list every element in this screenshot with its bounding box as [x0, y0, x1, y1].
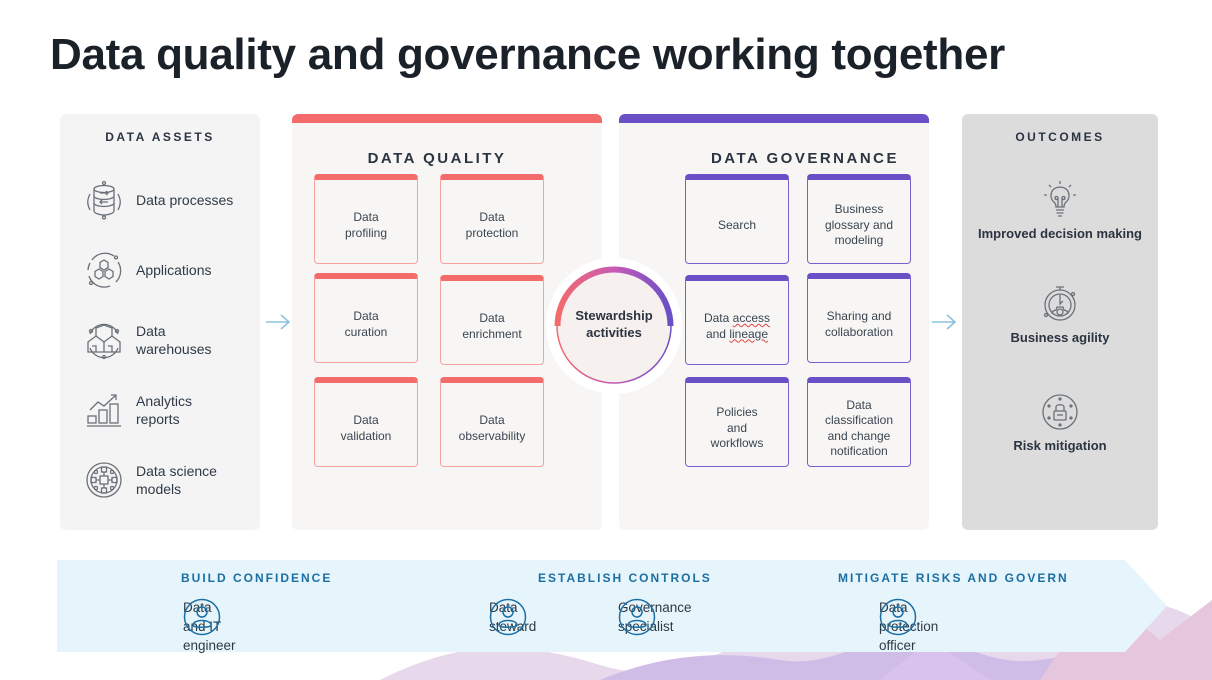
band-heading: BUILD CONFIDENCE [181, 571, 333, 585]
card-label: Sharing and collaboration [824, 309, 894, 339]
role-data-steward: Data steward [489, 598, 536, 636]
outcome-business-agility: Business agility [962, 284, 1158, 345]
card-label: Data observability [458, 413, 526, 443]
applications-hexagons-icon [87, 252, 122, 288]
card-label: Data profiling [344, 210, 388, 240]
person-icon [489, 598, 527, 636]
asset-item-applications: Applications [84, 250, 212, 290]
data-governance-heading: DATA GOVERNANCE [710, 150, 899, 167]
lightbulb-icon [1044, 181, 1076, 217]
card-label: Data classification and change notificatio… [824, 397, 894, 459]
quality-card-validation: Data validation [314, 377, 418, 467]
outcome-risk-mitigation: Risk mitigation [962, 392, 1158, 453]
role-data-it-engineer: Data and IT engineer [183, 598, 236, 655]
card-label: Policies and workflows [710, 405, 764, 451]
database-process-icon [87, 180, 121, 220]
analytics-chart-icon [87, 394, 121, 427]
roles-band: BUILD CONFIDENCE Data and IT engineer EST… [57, 560, 1167, 655]
person-icon [183, 598, 221, 636]
card-label: Data validation [340, 413, 392, 443]
governance-card-policies-workflows: Policies and workflows [685, 377, 789, 467]
person-icon [618, 598, 656, 636]
governance-card-sharing-collaboration: Sharing and collaboration [807, 273, 911, 363]
spellcheck-underline: access [732, 311, 771, 325]
lock-stars-icon [1042, 394, 1078, 430]
asset-label: Analytics reports [136, 393, 193, 427]
data-warehouse-icon [87, 323, 121, 360]
outcomes-panel: OUTCOMES Improved decision making Busine… [962, 114, 1158, 530]
role-governance-specialist: Governance specialist [618, 598, 692, 636]
band-heading: MITIGATE RISKS AND GOVERN [838, 571, 1069, 585]
card-label: Data protection [465, 210, 519, 240]
asset-label: Data science models [136, 463, 217, 497]
spellcheck-underline: lineage [729, 326, 769, 341]
data-assets-heading: DATA ASSETS [105, 130, 215, 144]
data-quality-heading: DATA QUALITY [367, 150, 507, 167]
asset-label: Applications [136, 262, 212, 278]
asset-item-data-science-models: Data science models [84, 460, 217, 500]
stewardship-label: Stewardship activities [575, 308, 653, 340]
stopwatch-gear-icon [1043, 286, 1076, 321]
card-label: Data access and lineage [703, 311, 771, 341]
data-science-network-icon [86, 462, 122, 498]
asset-label: Data warehouses [136, 323, 212, 357]
outcome-improved-decision-making: Improved decision making [962, 180, 1158, 241]
asset-item-data-processes: Data processes [84, 180, 233, 220]
card-label: Search [717, 217, 757, 232]
role-data-protection-officer: Data protection officer [879, 598, 938, 655]
outcomes-heading: OUTCOMES [1015, 130, 1105, 144]
person-icon [879, 598, 917, 636]
outcome-label: Improved decision making [978, 226, 1142, 241]
quality-card-protection: Data protection [440, 174, 544, 264]
governance-card-business-glossary: Business glossary and modeling [807, 174, 911, 264]
band-heading: ESTABLISH CONTROLS [538, 571, 712, 585]
quality-card-observability: Data observability [440, 377, 544, 467]
outcome-label: Business agility [1010, 330, 1110, 345]
quality-card-curation: Data curation [314, 273, 418, 363]
card-label: Data curation [344, 309, 388, 339]
governance-card-classification-notification: Data classification and change notificatio… [807, 377, 911, 467]
governance-card-search: Search [685, 174, 789, 264]
stewardship-activities-circle: Stewardship activities [546, 258, 682, 394]
asset-item-analytics-reports: Analytics reports [84, 390, 192, 430]
quality-card-enrichment: Data enrichment [440, 275, 544, 365]
data-assets-panel: DATA ASSETS Data processes Applications [60, 114, 260, 530]
quality-card-profiling: Data profiling [314, 174, 418, 264]
page-title: Data quality and governance working toge… [50, 30, 1005, 79]
card-label: Data enrichment [462, 311, 522, 341]
governance-card-data-access-lineage: Data access and lineage [685, 275, 789, 365]
arrow-right-icon [266, 314, 291, 330]
asset-item-data-warehouses: Data warehouses [84, 320, 212, 360]
card-label: Business glossary and modeling [824, 202, 894, 248]
outcome-label: Risk mitigation [1013, 438, 1107, 453]
arrow-right-icon [932, 314, 957, 330]
asset-label: Data processes [136, 192, 234, 208]
